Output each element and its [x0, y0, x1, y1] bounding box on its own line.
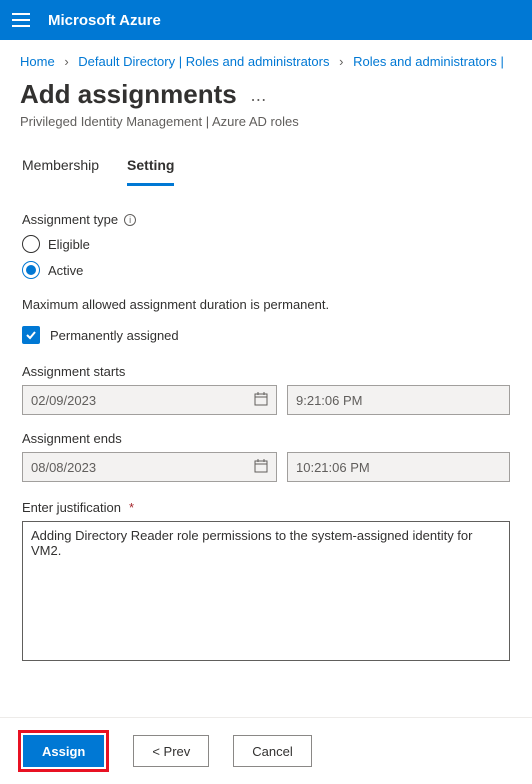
calendar-icon [254, 459, 268, 476]
calendar-icon [254, 392, 268, 409]
title-block: Add assignments ⋯ Privileged Identity Ma… [0, 79, 532, 135]
radio-icon [22, 261, 40, 279]
breadcrumb-directory[interactable]: Default Directory | Roles and administra… [78, 54, 329, 69]
info-icon[interactable]: i [124, 214, 136, 226]
start-date-input[interactable]: 02/09/2023 [22, 385, 277, 415]
tab-setting[interactable]: Setting [127, 157, 174, 186]
checkbox-permanently-assigned[interactable]: Permanently assigned [22, 326, 510, 344]
assignment-ends-section: Assignment ends 08/08/2023 10:21:06 PM [22, 431, 510, 482]
start-time-input[interactable]: 9:21:06 PM [287, 385, 510, 415]
end-time-input[interactable]: 10:21:06 PM [287, 452, 510, 482]
footer-bar: Assign < Prev Cancel [0, 717, 532, 784]
breadcrumb-roles[interactable]: Roles and administrators | [353, 54, 504, 69]
chevron-right-icon: › [64, 54, 68, 69]
radio-eligible-label: Eligible [48, 237, 90, 252]
tab-membership[interactable]: Membership [22, 157, 99, 186]
hamburger-icon[interactable] [12, 13, 30, 27]
chevron-right-icon: › [339, 54, 343, 69]
prev-button[interactable]: < Prev [133, 735, 209, 767]
cancel-button[interactable]: Cancel [233, 735, 311, 767]
radio-icon [22, 235, 40, 253]
permanently-assigned-label: Permanently assigned [50, 328, 179, 343]
justification-textarea[interactable]: Adding Directory Reader role permissions… [22, 521, 510, 661]
justification-label: Enter justification* [22, 500, 510, 515]
breadcrumb-home[interactable]: Home [20, 54, 55, 69]
page-title: Add assignments [20, 79, 237, 110]
more-icon[interactable]: ⋯ [250, 92, 268, 109]
assignment-starts-label: Assignment starts [22, 364, 510, 379]
breadcrumb: Home › Default Directory | Roles and adm… [0, 40, 532, 79]
top-bar: Microsoft Azure [0, 0, 532, 40]
radio-active[interactable]: Active [22, 261, 510, 279]
checkmark-icon [22, 326, 40, 344]
assign-button[interactable]: Assign [23, 735, 104, 767]
required-asterisk: * [129, 500, 134, 515]
max-duration-text: Maximum allowed assignment duration is p… [22, 297, 510, 312]
page-subtitle: Privileged Identity Management | Azure A… [20, 114, 512, 129]
tabs: Membership Setting [0, 135, 532, 186]
radio-eligible[interactable]: Eligible [22, 235, 510, 253]
assignment-type-label: Assignment type i [22, 212, 510, 227]
highlight-annotation: Assign [18, 730, 109, 772]
content-pane: Assignment type i Eligible Active Maximu… [0, 186, 532, 674]
assignment-ends-label: Assignment ends [22, 431, 510, 446]
radio-active-label: Active [48, 263, 83, 278]
brand-label: Microsoft Azure [48, 12, 161, 29]
end-date-input[interactable]: 08/08/2023 [22, 452, 277, 482]
assignment-starts-section: Assignment starts 02/09/2023 9:21:06 PM [22, 364, 510, 415]
